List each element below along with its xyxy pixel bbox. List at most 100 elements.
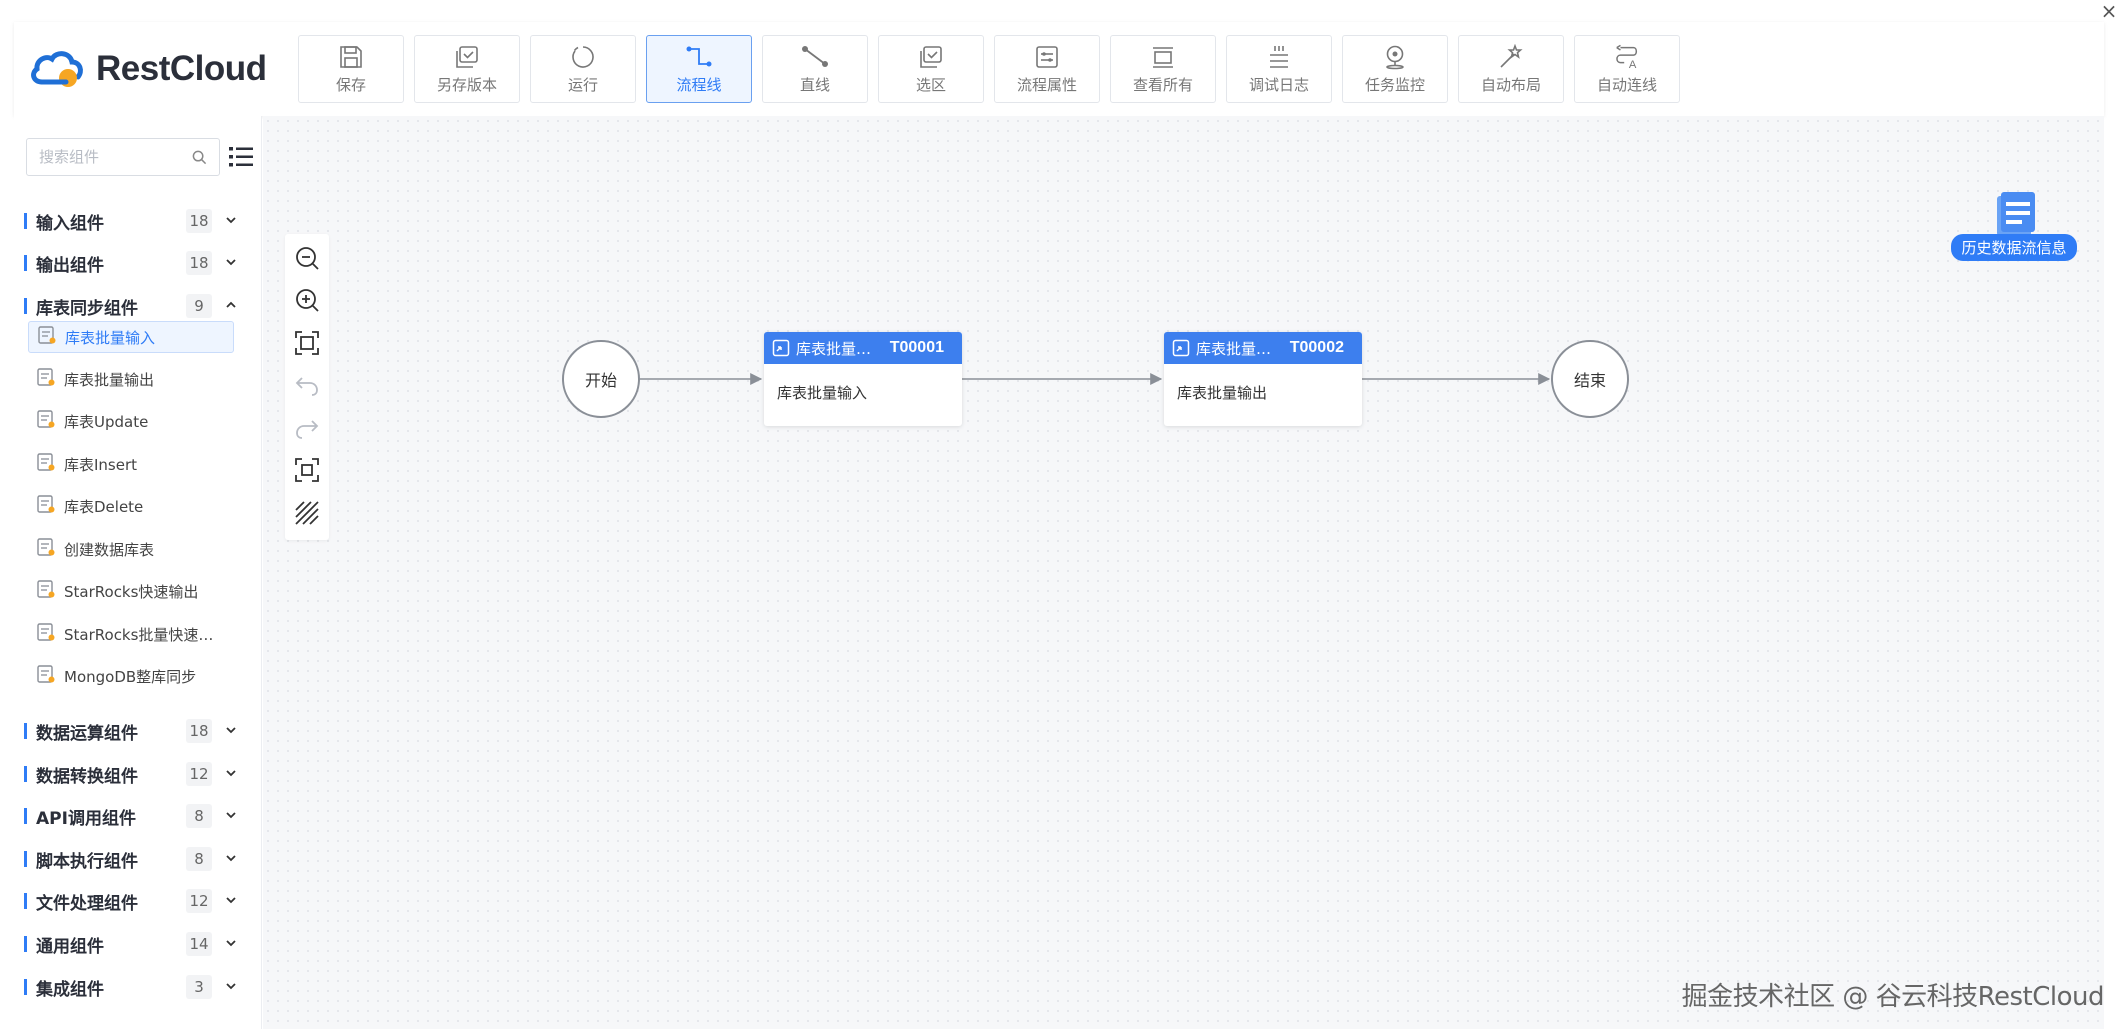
start-node[interactable]: 开始: [562, 340, 640, 418]
history-label: 历史数据流信息: [1951, 234, 2077, 261]
view-all-label: 查看所有: [1132, 76, 1193, 94]
group-count-badge: 8: [186, 804, 212, 828]
group-name: 集成组件: [36, 979, 104, 1000]
group-accent-bar: [24, 255, 27, 271]
component-name: 库表批量输出: [64, 370, 155, 389]
group-accent-bar: [24, 298, 27, 314]
component-name: StarRocks快速输出: [64, 582, 199, 601]
watermark: 掘金技术社区 @ 谷云科技RestCloud: [1681, 982, 2105, 1012]
location-pin-icon: [1381, 43, 1409, 71]
group-accent-bar: [24, 936, 27, 952]
debug-log-button[interactable]: 调试日志: [1226, 35, 1332, 103]
component-item[interactable]: 创建数据库表: [28, 533, 234, 565]
loading-circle-icon: [569, 43, 597, 71]
document-stack-icon: [1997, 192, 2035, 236]
floppy-icon: [337, 43, 365, 71]
component-icon: [36, 367, 64, 391]
history-dataflow-button[interactable]: 历史数据流信息: [1949, 190, 2079, 270]
auto-connect-button[interactable]: A 自动连线: [1574, 35, 1680, 103]
task-node-body: 库表批量输入: [777, 384, 868, 402]
chevron-down-icon[interactable]: [224, 722, 246, 741]
chevron-down-icon[interactable]: [224, 978, 246, 997]
flowline-label: 流程线: [676, 76, 722, 94]
search-box: [26, 138, 220, 176]
component-item[interactable]: 库表批量输入: [28, 321, 234, 353]
chevron-down-icon[interactable]: [224, 765, 246, 784]
task-node-id: T00002: [1289, 339, 1344, 356]
flow-props-button[interactable]: 流程属性: [994, 35, 1100, 103]
header: RestCloud 保存 另存版本 运行 流程线 直线 选区 流程属性 查看所有 调试日志 任务监…: [14, 22, 2104, 116]
window-close-button[interactable]: ×: [2097, 0, 2121, 22]
group-header[interactable]: 输入组件 18: [24, 204, 246, 238]
task-node-t00002[interactable]: 库表批量… T00002 库表批量输出: [1164, 332, 1362, 426]
chevron-down-icon[interactable]: [224, 212, 246, 231]
group-header[interactable]: 文件处理组件 12: [24, 884, 246, 918]
auto-connect-label: 自动连线: [1596, 76, 1657, 94]
auto-layout-label: 自动布局: [1480, 76, 1541, 94]
component-item[interactable]: MongoDB整库同步: [28, 660, 234, 692]
list-view-icon[interactable]: [228, 144, 254, 170]
group-header[interactable]: 通用组件 14: [24, 927, 246, 961]
component-name: 库表Delete: [64, 497, 144, 516]
component-name: 创建数据库表: [64, 540, 155, 559]
flow-edges: [639, 373, 1551, 385]
search-icon[interactable]: [192, 150, 207, 165]
group-name: 文件处理组件: [36, 893, 138, 914]
group-header[interactable]: 数据运算组件 18: [24, 714, 246, 748]
save-label: 保存: [335, 76, 366, 94]
chevron-down-icon[interactable]: [224, 935, 246, 954]
group-header[interactable]: API调用组件 8: [24, 799, 246, 833]
component-item[interactable]: 库表Delete: [28, 490, 234, 522]
end-node[interactable]: 结束: [1551, 340, 1629, 418]
group-name: 脚本执行组件: [36, 851, 138, 872]
component-name: 库表Insert: [64, 455, 138, 474]
task-monitor-label: 任务监控: [1364, 76, 1425, 94]
auto-layout-button[interactable]: 自动布局: [1458, 35, 1564, 103]
component-icon: [36, 409, 64, 433]
flow-canvas[interactable]: 开始 库表批量… T00001 库表批量输入 库表批量… T00002 库表批量…: [263, 116, 2105, 1029]
group-count-badge: 18: [186, 251, 212, 275]
debug-log-label: 调试日志: [1248, 76, 1309, 94]
group-accent-bar: [24, 979, 27, 995]
group-name: 数据运算组件: [36, 723, 138, 744]
save-button[interactable]: 保存: [298, 35, 404, 103]
search-input[interactable]: [39, 148, 179, 166]
run-button[interactable]: 运行: [530, 35, 636, 103]
restcloud-logo-icon: [31, 51, 83, 87]
component-item[interactable]: StarRocks快速输出: [28, 575, 234, 607]
task-node-title: 库表批量…: [1196, 339, 1272, 358]
save-version-button[interactable]: 另存版本: [414, 35, 520, 103]
group-header[interactable]: 数据转换组件 12: [24, 757, 246, 791]
group-header[interactable]: 集成组件 3: [24, 970, 246, 1004]
task-monitor-button[interactable]: 任务监控: [1342, 35, 1448, 103]
straight-line-icon: [801, 43, 829, 71]
group-header[interactable]: 脚本执行组件 8: [24, 842, 246, 876]
chevron-down-icon[interactable]: [224, 850, 246, 869]
task-node-title: 库表批量…: [796, 339, 872, 358]
group-count-badge: 9: [186, 294, 212, 318]
component-item[interactable]: 库表Insert: [28, 448, 234, 480]
chevron-down-icon[interactable]: [224, 807, 246, 826]
component-icon: [36, 452, 64, 476]
component-name: 库表批量输入: [65, 328, 156, 347]
component-item[interactable]: 库表Update: [28, 405, 234, 437]
log-lines-icon: [1265, 43, 1293, 71]
component-name: 库表Update: [64, 412, 149, 431]
component-icon: [36, 579, 64, 603]
group-header[interactable]: 库表同步组件 9: [24, 289, 246, 323]
group-name: 库表同步组件: [36, 298, 138, 319]
chevron-down-icon[interactable]: [224, 892, 246, 911]
component-item[interactable]: StarRocks批量快速…: [28, 618, 234, 650]
group-accent-bar: [24, 851, 27, 867]
straight-button[interactable]: 直线: [762, 35, 868, 103]
group-count-badge: 12: [186, 762, 212, 786]
run-label: 运行: [567, 76, 598, 94]
flowline-button[interactable]: 流程线: [646, 35, 752, 103]
group-header[interactable]: 输出组件 18: [24, 246, 246, 280]
select-area-button[interactable]: 选区: [878, 35, 984, 103]
view-all-button[interactable]: 查看所有: [1110, 35, 1216, 103]
task-node-t00001[interactable]: 库表批量… T00001 库表批量输入: [764, 332, 962, 426]
component-item[interactable]: 库表批量输出: [28, 363, 234, 395]
chevron-up-icon[interactable]: [224, 297, 246, 316]
chevron-down-icon[interactable]: [224, 254, 246, 273]
